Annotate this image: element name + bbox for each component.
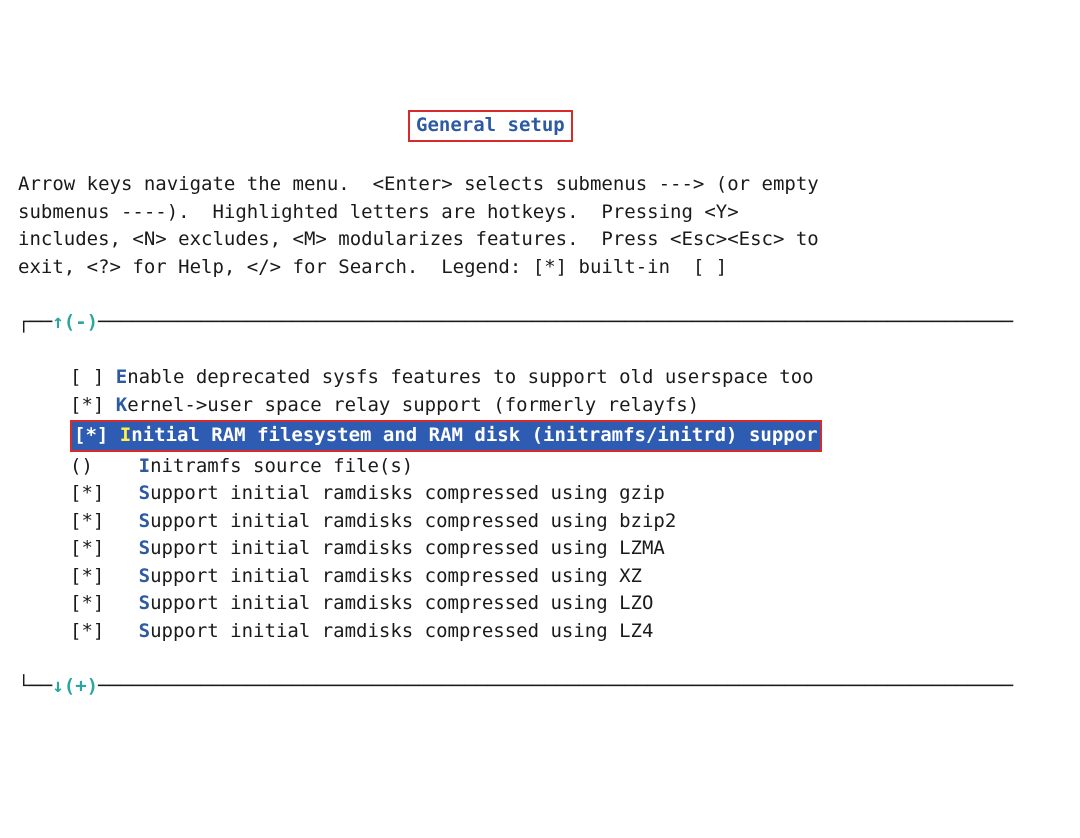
menu-item[interactable]: [*] Support initial ramdisks compressed …	[70, 535, 1080, 563]
menu-item-text: upport initial ramdisks compressed using…	[150, 482, 665, 504]
menu-item-hotkey: I	[139, 455, 150, 477]
menu-item-marker: [ ]	[70, 366, 104, 388]
menu-item[interactable]: [*] Initial RAM filesystem and RAM disk …	[70, 419, 1080, 453]
menu-item-marker: [*]	[70, 565, 104, 587]
menu-list[interactable]: [ ] Enable deprecated sysfs features to …	[0, 364, 1080, 645]
menu-item-text: upport initial ramdisks compressed using…	[150, 565, 642, 587]
menu-item-hotkey: S	[139, 510, 150, 532]
help-text: Arrow keys navigate the menu. <Enter> se…	[0, 169, 1080, 281]
menu-item-marker: [*]	[70, 394, 104, 416]
menu-item-marker: [*]	[74, 424, 108, 446]
menu-item-marker: [*]	[70, 482, 104, 504]
menu-item-hotkey: K	[116, 394, 127, 416]
page-title: General setup	[408, 110, 573, 142]
box-top: ┌──↑(-)─────────────────────────────────…	[0, 309, 1080, 337]
menu-item-text: ernel->user space relay support (formerl…	[127, 394, 699, 416]
menu-item[interactable]: [*] Support initial ramdisks compressed …	[70, 590, 1080, 618]
menu-item-marker: [*]	[70, 510, 104, 532]
menu-item-text: upport initial ramdisks compressed using…	[150, 592, 653, 614]
menu-item[interactable]: [ ] Enable deprecated sysfs features to …	[70, 364, 1080, 392]
menu-item-marker: ()	[70, 455, 93, 477]
menu-item-marker: [*]	[70, 620, 104, 642]
menu-item[interactable]: [*] Kernel->user space relay support (fo…	[70, 392, 1080, 420]
menu-item-text: nitial RAM filesystem and RAM disk (init…	[131, 424, 817, 446]
menu-item-hotkey: S	[139, 482, 150, 504]
box-bottom: └──↓(+)─────────────────────────────────…	[0, 673, 1080, 701]
scroll-up-indicator: ↑(-)	[52, 311, 98, 333]
menu-item-text: nable deprecated sysfs features to suppo…	[127, 366, 813, 388]
menu-item-text: upport initial ramdisks compressed using…	[150, 620, 653, 642]
menu-item-hotkey: S	[139, 592, 150, 614]
menu-item-hotkey: I	[120, 424, 131, 446]
menu-item-hotkey: S	[139, 565, 150, 587]
menu-item-text: nitramfs source file(s)	[150, 455, 413, 477]
menu-item-hotkey: S	[139, 537, 150, 559]
menu-item-hotkey: E	[116, 366, 127, 388]
menu-item-text: upport initial ramdisks compressed using…	[150, 537, 665, 559]
scroll-down-indicator: ↓(+)	[52, 675, 98, 697]
menu-item-text: upport initial ramdisks compressed using…	[150, 510, 676, 532]
menu-item[interactable]: [*] Support initial ramdisks compressed …	[70, 480, 1080, 508]
menu-item[interactable]: () Initramfs source file(s)	[70, 453, 1080, 481]
menu-item[interactable]: [*] Support initial ramdisks compressed …	[70, 618, 1080, 646]
menu-item[interactable]: [*] Support initial ramdisks compressed …	[70, 508, 1080, 536]
menu-item[interactable]: [*] Support initial ramdisks compressed …	[70, 563, 1080, 591]
menu-item-hotkey: S	[139, 620, 150, 642]
menu-item-marker: [*]	[70, 537, 104, 559]
menu-item-marker: [*]	[70, 592, 104, 614]
